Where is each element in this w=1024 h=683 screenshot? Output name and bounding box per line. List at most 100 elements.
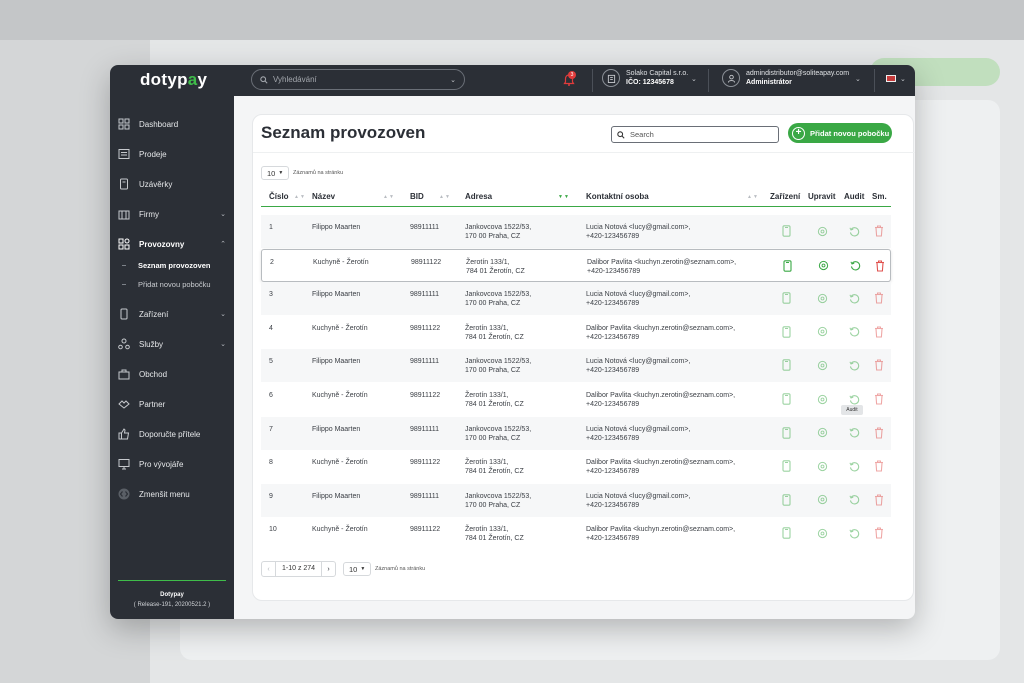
sidebar-item-shop[interactable]: Obchod: [110, 364, 234, 384]
history-icon[interactable]: [848, 358, 860, 372]
column-header-address[interactable]: Adresa: [465, 192, 492, 201]
history-icon[interactable]: [848, 459, 860, 473]
settings-icon[interactable]: [816, 224, 828, 238]
building-icon: [602, 69, 620, 87]
column-header-bid[interactable]: BID: [410, 192, 424, 201]
history-icon[interactable]: [848, 426, 860, 440]
sort-active-icon[interactable]: ▼▼: [558, 194, 570, 200]
sidebar-item-devices[interactable]: Zařízení ⌄: [110, 304, 234, 324]
device-icon[interactable]: [780, 426, 792, 440]
settings-icon[interactable]: [816, 291, 828, 305]
divider: [592, 69, 593, 92]
device-icon[interactable]: [780, 459, 792, 473]
settings-icon[interactable]: [817, 259, 829, 273]
table-row[interactable]: 5 Filippo Maarten 98911111 Jankovcova 1522/…: [261, 349, 891, 383]
trash-icon[interactable]: [873, 526, 885, 540]
cell-address-line2: 784 01 Žerotín, CZ: [465, 468, 524, 476]
table-row[interactable]: 8 Kuchyně - Žerotín 98911122 Žerotín 133/1,…: [261, 450, 891, 484]
chevron-down-icon[interactable]: ⌄: [855, 75, 861, 83]
device-icon[interactable]: [781, 259, 793, 273]
trash-icon[interactable]: [874, 259, 886, 273]
trash-icon[interactable]: [873, 459, 885, 473]
trash-icon[interactable]: [873, 358, 885, 372]
settings-icon[interactable]: [816, 459, 828, 473]
history-icon[interactable]: [848, 291, 860, 305]
caret-down-icon: ▼: [278, 170, 284, 176]
company-switcher[interactable]: Solako Capital s.r.o. IČO: 12345678: [602, 69, 688, 87]
sidebar-item-partner[interactable]: Partner: [110, 394, 234, 414]
trash-icon[interactable]: [873, 426, 885, 440]
pagination: ‹ 1-10 z 274 ›: [261, 561, 337, 577]
column-header-contact[interactable]: Kontaktní osoba: [586, 192, 649, 201]
trash-icon[interactable]: [873, 392, 885, 406]
sidebar-subitem-add-branch[interactable]: Přidat novou pobočku: [122, 277, 234, 291]
services-icon: [117, 338, 130, 351]
user-menu[interactable]: admindistributor@soliteapay.com Administ…: [722, 69, 849, 87]
flag-icon[interactable]: [886, 75, 896, 82]
divider: [253, 152, 915, 153]
table-row[interactable]: 7 Filippo Maarten 98911111 Jankovcova 1522/…: [261, 416, 891, 450]
sidebar-item-refer-friend[interactable]: Doporučte přítele: [110, 424, 234, 444]
sort-icon[interactable]: ▲▼: [383, 194, 395, 200]
settings-icon[interactable]: [816, 493, 828, 507]
table-row[interactable]: 6 Kuchyně - Žerotín 98911122 Žerotín 133/1,…: [261, 383, 891, 416]
sort-icon[interactable]: ▲▼: [439, 194, 451, 200]
prev-page-button[interactable]: ‹: [261, 561, 276, 577]
history-icon[interactable]: [848, 224, 860, 238]
device-icon[interactable]: [780, 291, 792, 305]
table-row[interactable]: 2 Kuchyně - Žerotín 98911122 Žerotín 133/1,…: [261, 248, 891, 282]
device-icon[interactable]: [780, 224, 792, 238]
table-row[interactable]: 1 Filippo Maarten 98911111 Jankovcova 1522/…: [261, 215, 891, 248]
sidebar-subitem-branch-list[interactable]: Seznam provozoven: [122, 258, 234, 272]
add-branch-button[interactable]: + Přidat novou pobočku: [788, 123, 892, 143]
device-icon[interactable]: [780, 325, 792, 339]
settings-icon[interactable]: [816, 392, 828, 406]
sidebar-item-companies[interactable]: Firmy ⌄: [110, 204, 234, 224]
dotypay-logo[interactable]: dotypay: [140, 70, 207, 90]
device-icon[interactable]: [780, 392, 792, 406]
chevron-down-icon[interactable]: ⌄: [900, 75, 906, 83]
settings-icon[interactable]: [816, 358, 828, 372]
column-header-delete: Sm.: [872, 192, 887, 201]
sidebar-item-dashboard[interactable]: Dashboard: [110, 114, 234, 134]
trash-icon[interactable]: [873, 291, 885, 305]
user-email: admindistributor@soliteapay.com: [746, 70, 850, 77]
cell-number: 10: [269, 526, 277, 534]
column-header-name[interactable]: Název: [312, 192, 335, 201]
closure-icon: [117, 178, 130, 191]
device-icon[interactable]: [780, 358, 792, 372]
device-icon[interactable]: [780, 493, 792, 507]
trash-icon[interactable]: [873, 325, 885, 339]
table-search-input[interactable]: Search: [611, 126, 779, 143]
history-icon[interactable]: [848, 325, 860, 339]
chevron-down-icon[interactable]: ⌄: [691, 75, 697, 83]
history-icon[interactable]: [848, 392, 860, 406]
global-search[interactable]: Vyhledávání ⌄: [251, 69, 465, 90]
sidebar-item-developers[interactable]: Pro vývojáře: [110, 454, 234, 474]
per-page-select-bottom[interactable]: 10 ▼: [343, 562, 371, 576]
table-row[interactable]: 9 Filippo Maarten 98911111 Jankovcova 1522/…: [261, 483, 891, 517]
sidebar-item-services[interactable]: Služby ⌄: [110, 334, 234, 354]
sort-icon[interactable]: ▲▼: [747, 194, 759, 200]
column-header-number[interactable]: Číslo: [269, 192, 289, 201]
sidebar-item-collapse-menu[interactable]: Zmenšit menu: [110, 484, 234, 504]
table-row[interactable]: 10 Kuchyně - Žerotín 98911122 Žerotín 133/1…: [261, 517, 891, 551]
settings-icon[interactable]: [816, 526, 828, 540]
settings-icon[interactable]: [816, 426, 828, 440]
per-page-select-top[interactable]: 10 ▼: [261, 166, 289, 180]
sort-icon[interactable]: ▲▼: [294, 194, 306, 200]
history-icon[interactable]: [848, 526, 860, 540]
sidebar-item-sales[interactable]: Prodeje: [110, 144, 234, 164]
device-icon: [117, 308, 130, 321]
sidebar-item-branches[interactable]: Provozovny ⌃: [110, 234, 234, 254]
table-row[interactable]: 3 Filippo Maarten 98911111 Jankovcova 1522/…: [261, 282, 891, 316]
trash-icon[interactable]: [873, 493, 885, 507]
next-page-button[interactable]: ›: [321, 561, 337, 577]
sidebar-item-closures[interactable]: Uzávěrky: [110, 174, 234, 194]
history-icon[interactable]: [848, 493, 860, 507]
table-row[interactable]: 4 Kuchyně - Žerotín 98911122 Žerotín 133/1,…: [261, 315, 891, 349]
history-icon[interactable]: [849, 259, 861, 273]
trash-icon[interactable]: [873, 224, 885, 238]
device-icon[interactable]: [780, 526, 792, 540]
settings-icon[interactable]: [816, 325, 828, 339]
